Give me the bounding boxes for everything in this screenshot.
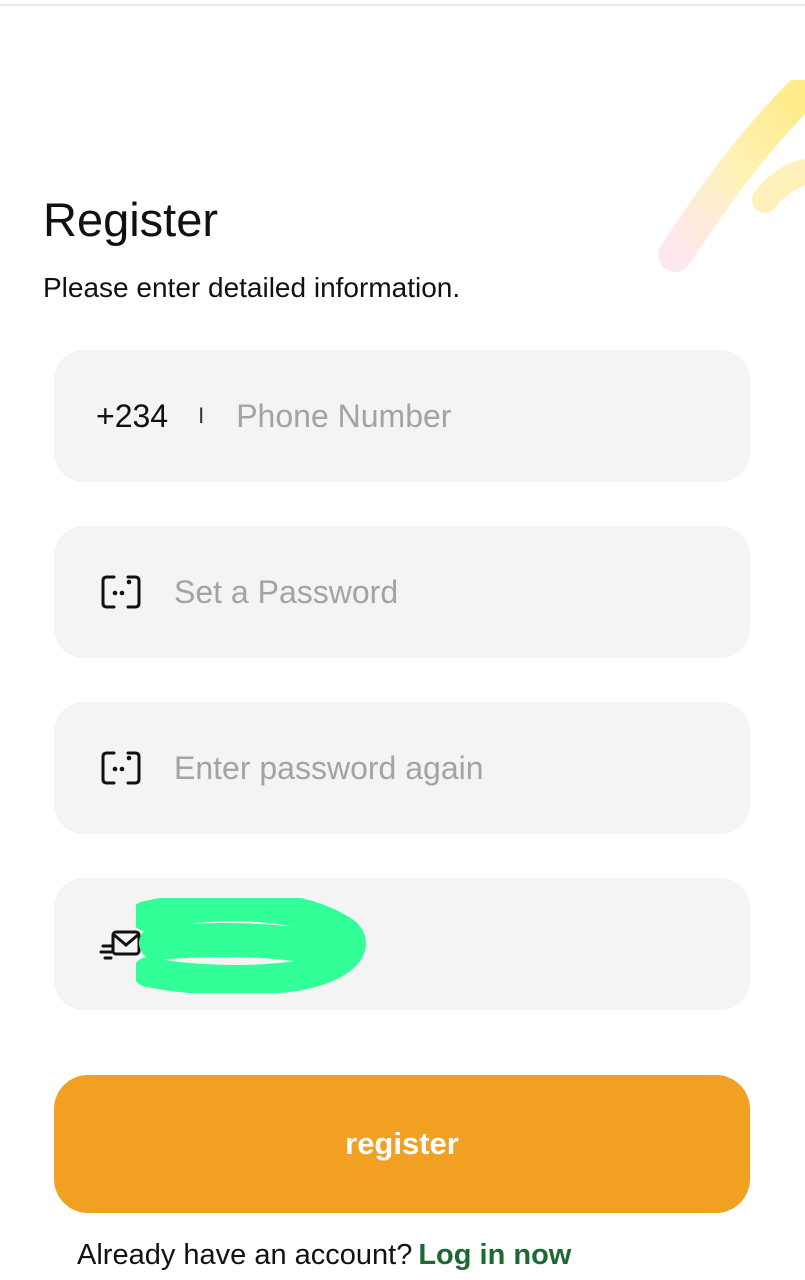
password-lock-icon	[98, 569, 144, 615]
password-lock-icon	[98, 745, 144, 791]
phone-number-input[interactable]	[236, 391, 677, 441]
confirm-password-input[interactable]	[174, 743, 654, 793]
decorative-brush-stroke	[658, 80, 805, 272]
country-code[interactable]: +234	[96, 398, 168, 435]
page-title: Register	[43, 193, 219, 246]
field-separator: I	[198, 403, 205, 428]
phone-field: +234 I	[54, 350, 750, 482]
login-link[interactable]: Log in now	[418, 1239, 571, 1271]
login-prompt-text: Already have an account?	[77, 1239, 413, 1271]
redaction-scribble	[136, 898, 366, 993]
register-button[interactable]: register	[54, 1075, 750, 1213]
page-subtitle: Please enter detailed information.	[43, 272, 461, 303]
set-password-input[interactable]	[174, 567, 654, 617]
top-divider	[0, 4, 805, 6]
invite-code-field	[54, 878, 750, 1010]
confirm-password-field	[54, 702, 750, 834]
password-field	[54, 526, 750, 658]
login-prompt: Already have an account? Log in now	[77, 1237, 571, 1273]
